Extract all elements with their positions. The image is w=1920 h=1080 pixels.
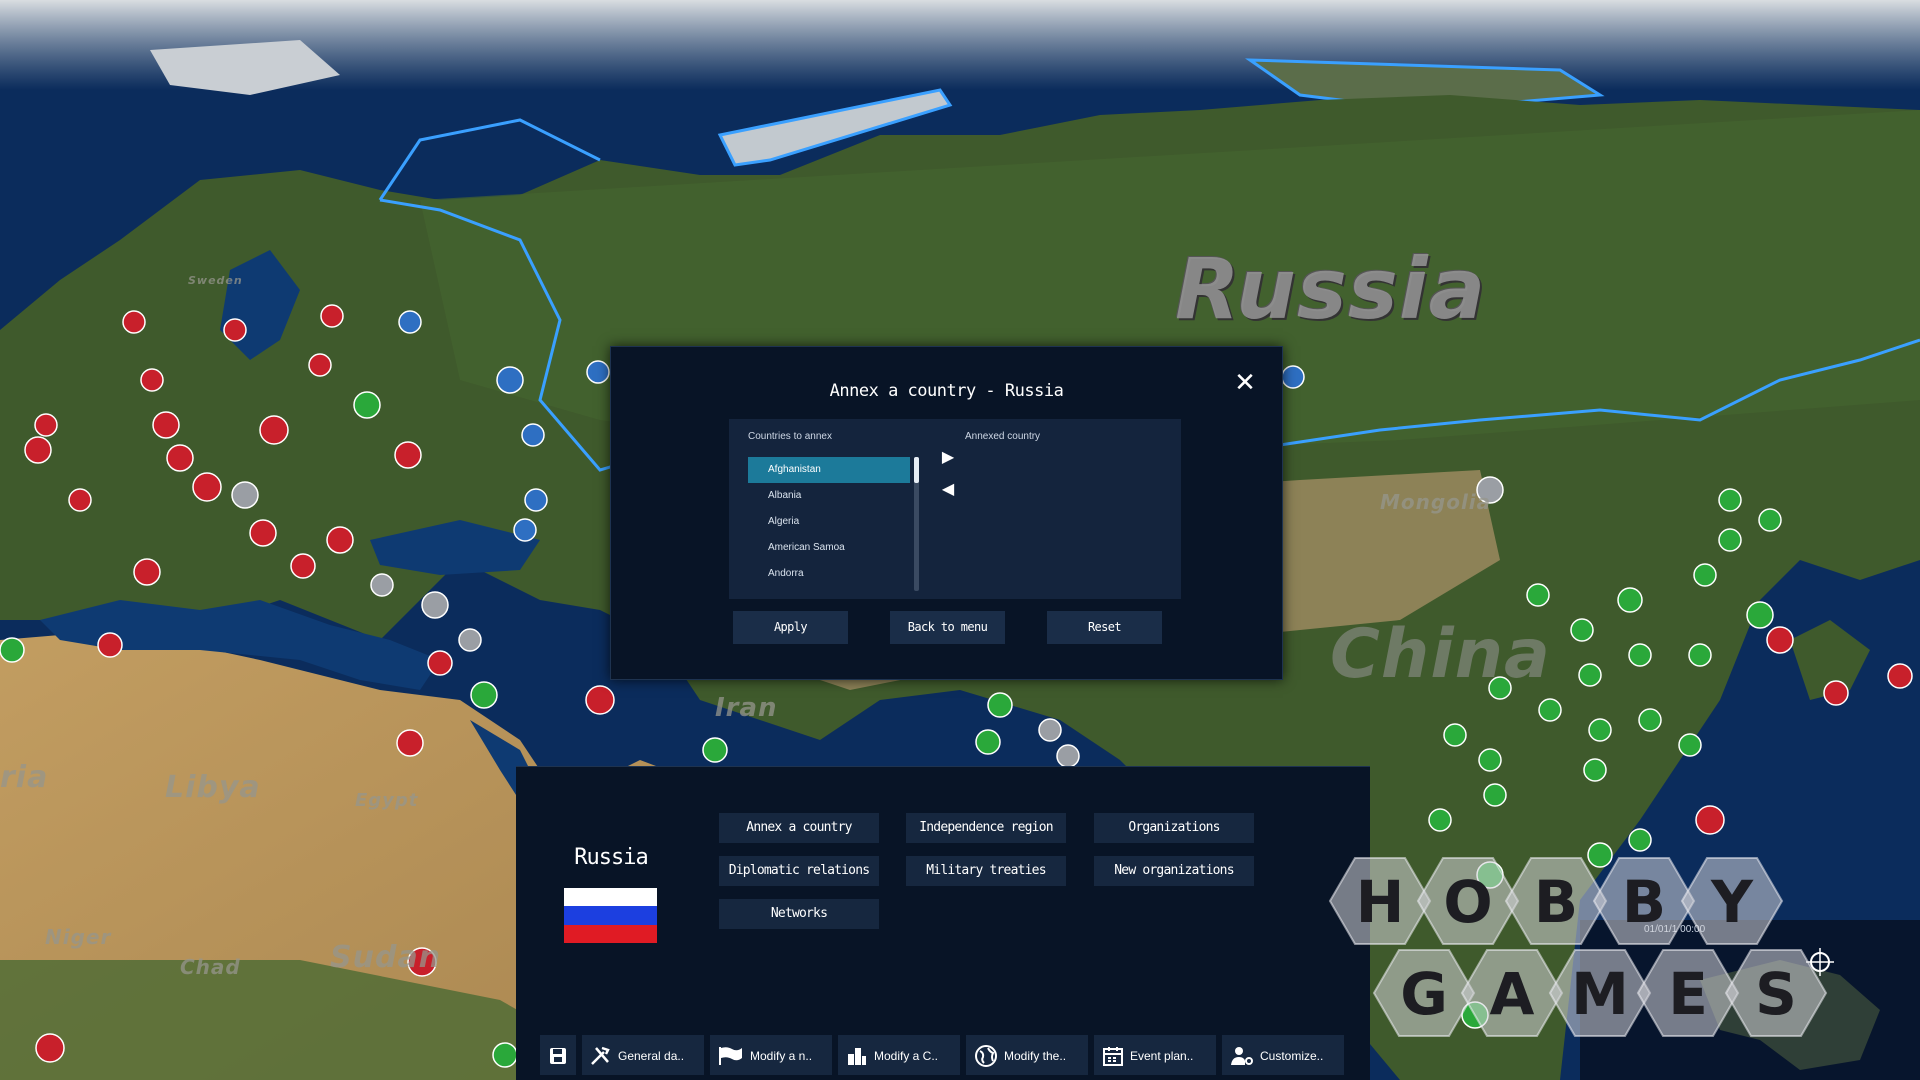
annex-country-dialog: Annex a country - Russia ✕ Countries to … <box>610 346 1283 680</box>
save-icon <box>550 1047 566 1064</box>
military-treaties-button[interactable]: Military treaties <box>906 856 1066 886</box>
watermark-letter: Y <box>1710 868 1754 936</box>
map-label-sudan: Sudan <box>330 940 442 975</box>
country-editor-panel: Russia Annex a country Independence regi… <box>516 766 1370 1080</box>
hobby-games-watermark: H O B B Y G A M E S <box>1328 857 1828 1037</box>
watermark-letter: B <box>1622 868 1666 936</box>
list-item[interactable]: Algeria <box>748 509 910 535</box>
map-label-egypt: Egypt <box>355 790 419 811</box>
flag-icon <box>719 1046 742 1065</box>
save-button[interactable] <box>540 1035 576 1075</box>
watermark-letter: S <box>1755 960 1797 1028</box>
modify-world-button[interactable]: Modify the.. <box>966 1035 1088 1075</box>
watermark-letter: B <box>1534 868 1578 936</box>
country-name: Russia <box>574 845 648 870</box>
dialog-title: Annex a country - Russia <box>829 381 1064 401</box>
list-item[interactable]: Albania <box>748 483 910 509</box>
globe-icon <box>975 1044 997 1067</box>
watermark-letter: A <box>1490 960 1535 1028</box>
countries-to-annex-heading: Countries to annex <box>748 431 832 442</box>
apply-button[interactable]: Apply <box>733 611 848 644</box>
annexed-country-heading: Annexed country <box>965 431 1041 442</box>
watermark-letter: M <box>1571 960 1629 1028</box>
modify-nation-label: Modify a n.. <box>750 1048 813 1063</box>
user-settings-icon <box>1231 1046 1253 1065</box>
reset-button[interactable]: Reset <box>1047 611 1162 644</box>
list-item[interactable]: Afghanistan <box>748 457 910 483</box>
watermark-letter: G <box>1400 960 1448 1028</box>
new-organizations-button[interactable]: New organizations <box>1094 856 1254 886</box>
diplomatic-relations-button[interactable]: Diplomatic relations <box>719 856 879 886</box>
scrollbar-thumb[interactable] <box>914 457 919 483</box>
list-item[interactable]: Andorra <box>748 561 910 587</box>
organizations-button[interactable]: Organizations <box>1094 813 1254 843</box>
event-plan-label: Event plan.. <box>1130 1048 1194 1063</box>
modify-city-label: Modify a C.. <box>874 1048 939 1063</box>
list-item[interactable]: American Samoa <box>748 535 910 561</box>
modify-nation-button[interactable]: Modify a n.. <box>710 1035 832 1075</box>
general-data-button[interactable]: General da.. <box>582 1035 704 1075</box>
watermark-letter: H <box>1356 868 1405 936</box>
map-label-niger: Niger <box>45 925 112 949</box>
event-plan-button[interactable]: Event plan.. <box>1094 1035 1216 1075</box>
watermark-letter: E <box>1668 960 1708 1028</box>
modify-city-button[interactable]: Modify a C.. <box>838 1035 960 1075</box>
map-label-china: China <box>1330 615 1551 694</box>
flag-stripe-blue <box>564 906 657 925</box>
annex-lists-panel: Countries to annex Annexed country Afgha… <box>729 419 1181 599</box>
general-data-label: General da.. <box>618 1048 685 1063</box>
map-label-algeria-partial: ria <box>0 760 49 795</box>
map-label-russia: Russia <box>1175 240 1487 338</box>
back-to-menu-button[interactable]: Back to menu <box>890 611 1005 644</box>
flag-stripe-red <box>564 924 657 943</box>
independence-region-button[interactable]: Independence region <box>906 813 1066 843</box>
move-right-arrow-icon[interactable]: ▶ <box>939 449 957 467</box>
modify-world-label: Modify the.. <box>1004 1048 1067 1063</box>
map-label-mongolia: Mongolia <box>1380 490 1492 514</box>
flag-stripe-white <box>564 888 657 907</box>
calendar-icon <box>1103 1046 1123 1066</box>
map-label-libya: Libya <box>165 770 261 805</box>
russia-flag <box>564 888 657 943</box>
map-label-chad: Chad <box>180 955 241 979</box>
close-icon[interactable]: ✕ <box>1232 369 1258 395</box>
city-icon <box>848 1047 866 1065</box>
tools-icon <box>591 1046 610 1065</box>
networks-button[interactable]: Networks <box>719 899 879 929</box>
map-label-iran: Iran <box>715 693 778 723</box>
countries-to-annex-list[interactable]: Afghanistan Albania Algeria American Sam… <box>748 457 910 587</box>
annex-country-button[interactable]: Annex a country <box>719 813 879 843</box>
move-left-arrow-icon[interactable]: ◀ <box>939 481 957 499</box>
watermark-letter: O <box>1443 868 1492 936</box>
map-label-sweden: Sweden <box>188 274 243 287</box>
countries-list-scrollbar[interactable] <box>914 457 919 591</box>
